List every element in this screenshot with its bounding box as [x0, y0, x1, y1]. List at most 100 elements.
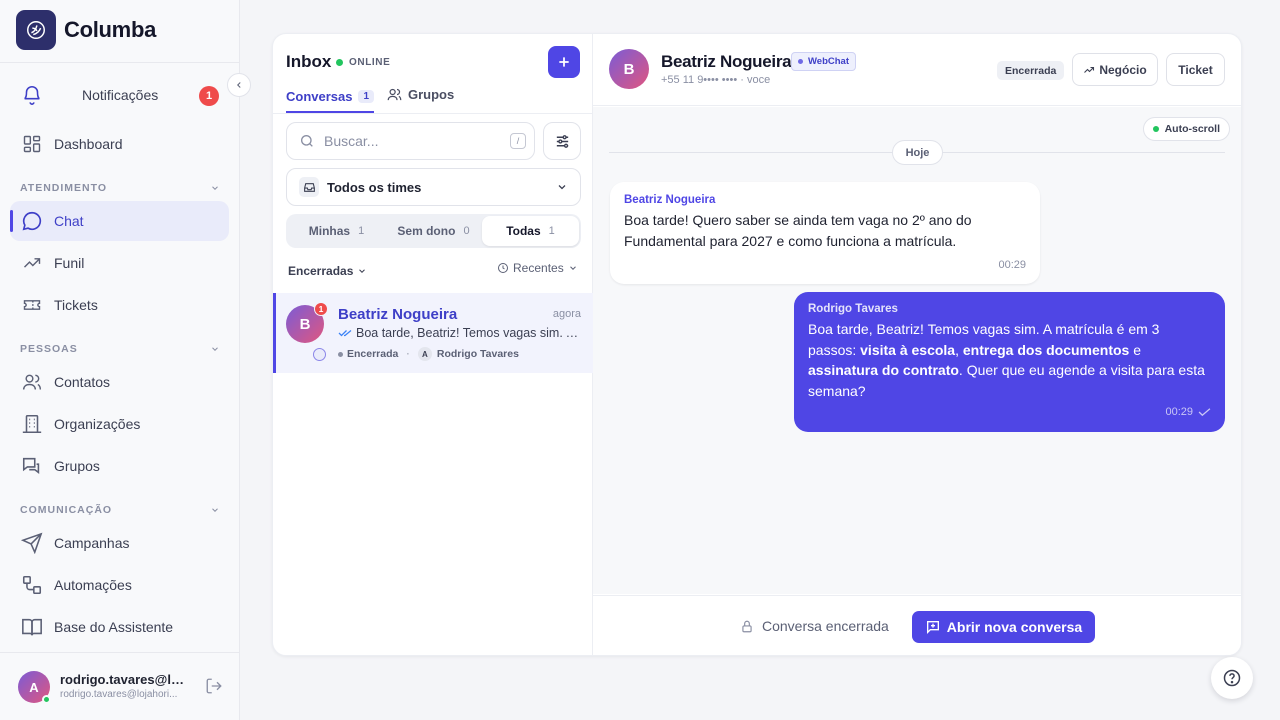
message-time-row: 00:29: [1165, 406, 1211, 418]
contact-name[interactable]: Beatriz Nogueira: [661, 52, 792, 72]
help-button[interactable]: [1211, 657, 1253, 699]
sidebar-item-label: Automações: [54, 577, 132, 593]
sliders-icon: [556, 134, 568, 148]
tab-conversas[interactable]: Conversas 1: [286, 87, 375, 113]
chevron-down-icon: [558, 185, 566, 190]
online-dot: [42, 695, 51, 704]
message-text-bold: entrega dos documentos: [962, 341, 1130, 358]
status-badge: Encerrada: [997, 61, 1065, 80]
button-label: Abrir nova conversa: [946, 619, 1083, 635]
search-input[interactable]: [324, 133, 499, 149]
collapse-sidebar-button[interactable]: [227, 73, 251, 97]
negocio-button[interactable]: Negócio: [1072, 53, 1158, 86]
status-filter-label: Encerradas: [288, 264, 354, 278]
teams-select[interactable]: Todos os times: [286, 168, 581, 206]
sidebar-item-grupos[interactable]: Grupos: [10, 446, 229, 486]
sidebar-item-chat[interactable]: Chat: [10, 201, 229, 241]
message-text-bold: visita à escola: [860, 341, 956, 358]
tab-label: Conversas: [286, 88, 353, 104]
ownership-segmented-control: Minhas 1 Sem dono 0 Todas 1: [286, 214, 581, 248]
sidebar-item-label: Dashboard: [54, 136, 123, 152]
sidebar-item-label: Grupos: [54, 458, 100, 474]
section-comunicacao[interactable]: COMUNICAÇÃO: [20, 504, 220, 516]
dashboard-icon: [20, 132, 44, 156]
channel-dot: [798, 59, 803, 64]
webchat-channel-icon: [313, 348, 326, 361]
segment-todas[interactable]: Todas 1: [482, 216, 579, 246]
inbox-tray-icon: [299, 177, 319, 197]
sidebar-item-notifications[interactable]: Notificações 1: [10, 75, 229, 115]
building-icon: [20, 412, 44, 436]
autoscroll-toggle[interactable]: Auto-scroll: [1142, 117, 1230, 141]
avatar-initial: B: [299, 315, 311, 333]
chevron-down-icon: [212, 347, 218, 351]
user-profile[interactable]: A rodrigo.tavares@loj... rodrigo.tavares…: [0, 652, 240, 720]
section-pessoas[interactable]: PESSOAS: [20, 343, 220, 355]
sidebar-item-tickets[interactable]: Tickets: [10, 285, 229, 325]
message-text-part: e: [1129, 341, 1142, 358]
divider: [273, 113, 593, 114]
segment-label: Minhas: [308, 224, 351, 238]
filter-button[interactable]: [543, 122, 581, 160]
search-icon: [301, 135, 313, 147]
help-circle-icon: [1223, 669, 1241, 687]
sidebar-item-label: Contatos: [54, 374, 111, 390]
avatar[interactable]: B: [609, 49, 649, 89]
sidebar-item-label: Organizações: [54, 416, 141, 432]
message-sender: Beatriz Nogueira: [624, 194, 716, 206]
message-time: 00:29: [998, 259, 1026, 271]
segment-sem-dono[interactable]: Sem dono 0: [385, 216, 482, 246]
autoscroll-label: Auto-scroll: [1164, 123, 1220, 135]
new-conversation-button[interactable]: [548, 46, 580, 78]
message-sender: Rodrigo Tavares: [808, 303, 898, 315]
search-box[interactable]: /: [286, 122, 535, 160]
sidebar-item-automacoes[interactable]: Automações: [10, 565, 229, 605]
open-new-conversation-button[interactable]: Abrir nova conversa: [912, 611, 1095, 643]
button-label: Ticket: [1178, 62, 1213, 77]
brand[interactable]: Columba: [16, 10, 156, 50]
chat-panel: B Beatriz Nogueira WebChat +55 11 9•••• …: [593, 34, 1241, 655]
send-icon: [20, 531, 44, 555]
user-name: rodrigo.tavares@loj...: [60, 672, 190, 687]
bell-icon: [20, 83, 44, 107]
message-list[interactable]: Auto-scroll Hoje Beatriz Nogueira Boa ta…: [593, 107, 1241, 594]
sidebar-item-label: Campanhas: [54, 535, 130, 551]
shortcut-hint: /: [510, 133, 526, 149]
section-title: COMUNICAÇÃO: [20, 504, 113, 516]
segment-count: 1: [548, 225, 555, 237]
sidebar-item-dashboard[interactable]: Dashboard: [10, 124, 229, 164]
ticket-button[interactable]: Ticket: [1166, 53, 1225, 86]
logout-button[interactable]: [205, 677, 225, 697]
message-plus-icon: [926, 621, 939, 634]
separator: ·: [406, 348, 410, 360]
section-title: ATENDIMENTO: [20, 182, 108, 194]
conversation-meta: Encerrada · A Rodrigo Tavares: [338, 347, 519, 361]
status-badge: Encerrada: [347, 348, 399, 360]
chevron-down-icon: [212, 186, 218, 190]
chevron-left-icon: [237, 82, 241, 88]
button-label: Negócio: [1099, 62, 1147, 77]
online-status: ONLINE: [336, 57, 390, 68]
chevron-down-icon: [359, 269, 366, 273]
tab-grupos[interactable]: Grupos: [387, 87, 454, 102]
sidebar-item-base-assistente[interactable]: Base do Assistente: [10, 607, 229, 647]
conversation-list-item[interactable]: B 1 Beatriz Nogueira agora Boa tarde, Be…: [273, 293, 593, 373]
teams-select-label: Todos os times: [327, 179, 422, 195]
channel-label: WebChat: [808, 56, 849, 67]
segment-minhas[interactable]: Minhas 1: [288, 216, 385, 246]
online-label: ONLINE: [349, 57, 391, 68]
sidebar-item-funil[interactable]: Funil: [10, 243, 229, 283]
columba-logo-icon: [16, 10, 56, 50]
status-filter-dropdown[interactable]: Encerradas: [288, 264, 367, 278]
sidebar-item-contatos[interactable]: Contatos: [10, 362, 229, 402]
sidebar-item-campanhas[interactable]: Campanhas: [10, 523, 229, 563]
conversation-closed-notice: Conversa encerrada: [740, 618, 889, 634]
message-text-bold: assinatura do contrato: [808, 362, 959, 378]
workflow-icon: [20, 573, 44, 597]
sidebar-item-organizacoes[interactable]: Organizações: [10, 404, 229, 444]
ticket-icon: [20, 293, 44, 317]
sort-dropdown[interactable]: Recentes: [497, 261, 578, 275]
logout-icon: [206, 678, 222, 694]
section-atendimento[interactable]: ATENDIMENTO: [20, 182, 220, 194]
main-card: Inbox ONLINE Conversas 1 Grupos /: [272, 33, 1242, 656]
